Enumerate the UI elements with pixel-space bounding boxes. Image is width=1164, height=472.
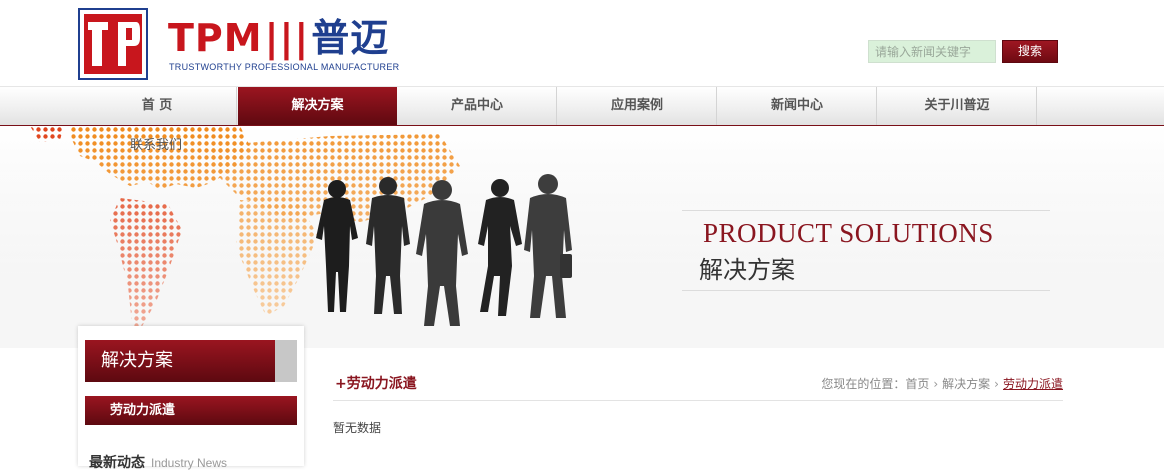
breadcrumb-current[interactable]: 劳动力派遣 [1003,377,1063,391]
search-button[interactable]: 搜索 [1002,40,1058,63]
site-header: TPM|||普迈 TRUSTWORTHY PROFESSIONAL MANUFA… [0,0,1164,86]
news-heading-cn: 最新动态 [89,455,145,471]
tpm-logo-icon[interactable] [78,8,148,80]
nav-item-products[interactable]: 产品中心 [398,87,557,125]
sidebar-item-labor-dispatch[interactable]: 劳动力派遣 [85,396,297,425]
breadcrumb-home[interactable]: 首页 [905,377,929,391]
sidebar: 解决方案 劳动力派遣 最新动态 Industry News [78,326,304,471]
banner-title-cn: 解决方案 [699,256,795,284]
news-search-input[interactable] [868,40,996,63]
nav-item-cases[interactable]: 应用案例 [558,87,717,125]
brand-bars-icon: ||| [264,16,310,60]
chevron-right-icon: › [994,377,999,391]
page-title: +劳动力派遣 [335,376,417,392]
sidebar-title: 解决方案 [85,340,275,382]
nav-dropdown-contact[interactable]: 联系我们 [130,134,182,153]
nav-item-home[interactable]: 首 页 [78,87,237,125]
brand-tagline: TRUSTWORTHY PROFESSIONAL MANUFACTURER [169,62,400,72]
banner-divider-top [682,210,1050,211]
news-heading-en: Industry News [151,456,228,470]
banner-title-en: PRODUCT SOLUTIONS [703,218,994,248]
breadcrumb-solutions[interactable]: 解决方案 [942,377,990,391]
chevron-right-icon: › [933,377,939,391]
sidebar-news-heading: 最新动态 Industry News [89,452,227,472]
nav-item-news[interactable]: 新闻中心 [718,87,877,125]
breadcrumb-prefix: 您现在的位置： [821,377,906,391]
main-nav: 首 页 解决方案 产品中心 应用案例 新闻中心 关于川普迈 [0,86,1164,127]
brand-cn-text: 普迈 [311,16,390,60]
empty-state-text: 暂无数据 [333,421,382,435]
nav-item-solutions[interactable]: 解决方案 [238,87,397,125]
breadcrumb: 您现在的位置：首页 › 解决方案 › 劳动力派遣 [821,375,1063,392]
title-divider [333,400,1063,401]
brand-tpm-text: TPM [168,16,263,60]
sidebar-title-block: 解决方案 [85,340,297,382]
nav-item-about[interactable]: 关于川普迈 [878,87,1037,125]
banner-divider-bottom [682,290,1050,291]
